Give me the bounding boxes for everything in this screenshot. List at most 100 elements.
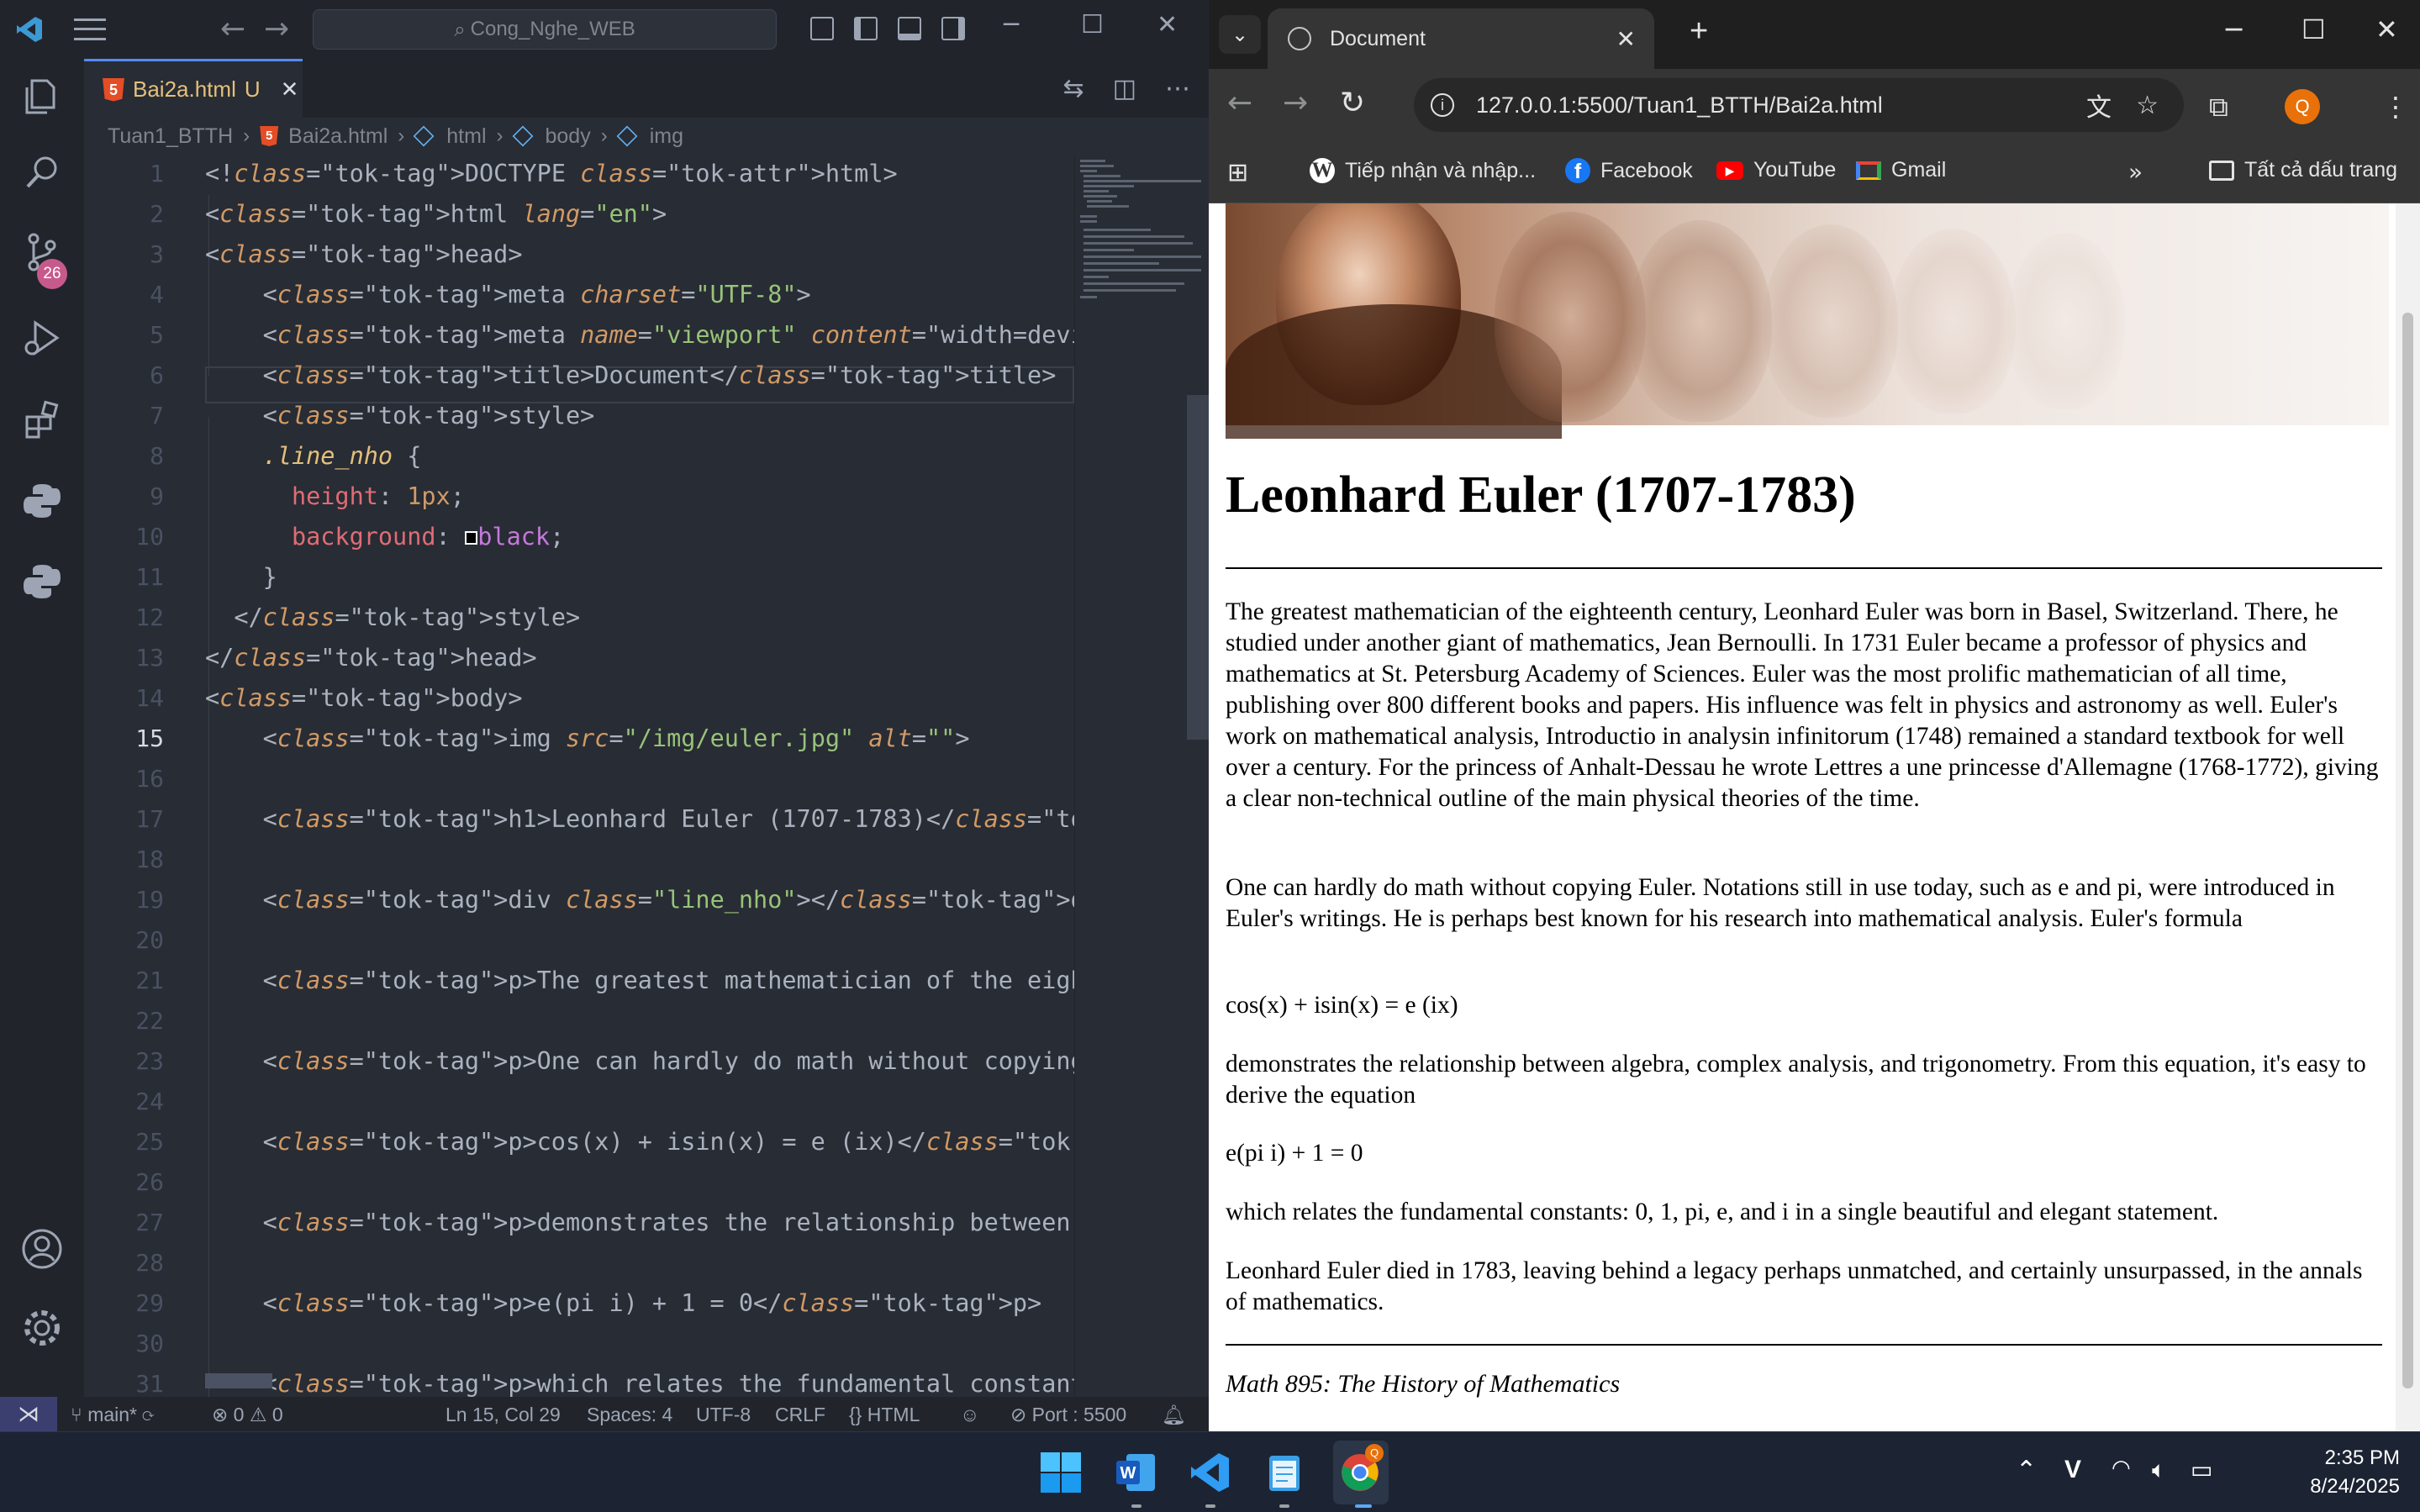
more-actions-icon[interactable]: ⋯ — [1165, 74, 1190, 103]
code-line[interactable]: } — [205, 563, 277, 591]
extensions-icon[interactable] — [20, 398, 64, 442]
bookmark-star-icon[interactable]: ☆ — [2136, 91, 2159, 120]
battery-icon[interactable]: ▭ — [2191, 1456, 2212, 1483]
forward-arrow-icon[interactable]: → — [1283, 86, 1308, 120]
system-clock[interactable]: 2:35 PM 8/24/2025 — [2310, 1444, 2400, 1501]
search-icon[interactable] — [20, 151, 64, 195]
volume-icon[interactable]: 🔈︎ — [2152, 1456, 2166, 1484]
indentation-status[interactable]: Spaces: 4 — [587, 1404, 672, 1426]
forward-arrow-icon[interactable]: → — [264, 12, 289, 46]
code-line[interactable]: <class="tok-tag">p>which relates the fun… — [205, 1370, 1074, 1397]
back-arrow-icon[interactable]: ← — [220, 12, 245, 46]
windows-start-icon[interactable] — [1039, 1451, 1083, 1494]
minimize-icon[interactable]: ─ — [2226, 13, 2242, 45]
code-line[interactable]: height: 1px; — [205, 482, 465, 510]
code-line[interactable]: </class="tok-tag">style> — [205, 603, 580, 631]
code-line[interactable]: <class="tok-tag">p>e(pi i) + 1 = 0</clas… — [205, 1289, 1042, 1317]
accounts-icon[interactable] — [20, 1227, 64, 1271]
code-line[interactable]: <class="tok-tag">p>The greatest mathemat… — [205, 967, 1074, 994]
maximize-icon[interactable]: ☐ — [1081, 10, 1104, 40]
code-editor[interactable]: 1 2 3 4 5 6 7 8 9 10 11 12 13 14 15 16 17 18 19 20 21 22 23 24 2… — [84, 155, 1074, 1397]
close-icon[interactable]: ✕ — [1157, 10, 1178, 40]
run-debug-icon[interactable] — [20, 316, 64, 360]
page-scrollbar-thumb[interactable] — [2402, 313, 2413, 1388]
code-line[interactable]: <class="tok-tag">head> — [205, 240, 523, 268]
chrome-menu-icon[interactable]: ⋮ — [2382, 91, 2409, 123]
word-icon[interactable]: W — [1115, 1451, 1158, 1494]
code-line[interactable]: <class="tok-tag">h1>Leonhard Euler (1707… — [205, 805, 1074, 833]
tab-close-icon[interactable]: ✕ — [281, 76, 299, 103]
code-line[interactable]: <class="tok-tag">p>demonstrates the rela… — [205, 1209, 1074, 1236]
all-bookmarks-folder[interactable]: Tất cả dấu trang — [2209, 158, 2397, 182]
profile-avatar[interactable]: Q — [2285, 89, 2320, 124]
code-line[interactable]: .line_nho { — [205, 442, 422, 470]
settings-gear-icon[interactable] — [20, 1306, 64, 1350]
explorer-icon[interactable] — [20, 74, 64, 118]
new-tab-plus-icon[interactable]: + — [1690, 13, 1708, 50]
bookmark-wordpress[interactable]: W Tiếp nhận và nhập... — [1310, 158, 1536, 183]
code-line[interactable]: <class="tok-tag">style> — [205, 402, 595, 429]
page-scrollbar[interactable] — [2396, 203, 2420, 1431]
browser-tab-document[interactable]: Document ✕ — [1268, 8, 1654, 69]
minimap[interactable] — [1074, 155, 1209, 1397]
customize-layout-icon[interactable] — [810, 17, 834, 40]
menu-icon[interactable] — [74, 18, 106, 40]
open-changes-icon[interactable]: ⇆ — [1063, 74, 1084, 103]
code-line[interactable]: <class="tok-tag">div class="line_nho"></… — [205, 886, 1074, 914]
copilot-icon[interactable]: ☺ — [960, 1404, 979, 1426]
branch-status[interactable]: ⑂ main* ⟳ — [71, 1404, 154, 1426]
breadcrumb-file[interactable]: Bai2a.html — [288, 124, 388, 149]
toggle-panel-icon[interactable] — [898, 17, 921, 40]
split-editor-icon[interactable]: ◫ — [1113, 74, 1136, 103]
breadcrumb-img[interactable]: img — [650, 124, 683, 149]
code-line[interactable]: background: black; — [205, 523, 564, 551]
toggle-primary-sidebar-icon[interactable] — [854, 17, 878, 40]
extensions-puzzle-icon[interactable]: ⧉ — [2209, 91, 2228, 124]
breadcrumb-folder[interactable]: Tuan1_BTTH — [108, 124, 233, 149]
notifications-bell-icon[interactable]: 🔔︎ — [1162, 1404, 1186, 1426]
code-line[interactable]: <class="tok-tag">img src="/img/euler.jpg… — [205, 724, 970, 752]
code-line[interactable]: <class="tok-tag">html lang="en"> — [205, 200, 667, 228]
apps-grid-icon[interactable]: ⊞ — [1227, 158, 1248, 187]
wifi-icon[interactable]: ◠ — [2112, 1456, 2131, 1481]
minimize-icon[interactable]: ─ — [1004, 10, 1019, 40]
bookmark-youtube[interactable]: ▶ YouTube — [1716, 158, 1836, 182]
reload-icon[interactable]: ↻ — [1340, 86, 1365, 120]
bookmark-facebook[interactable]: f Facebook — [1565, 158, 1693, 183]
code-line[interactable]: <class="tok-tag">p>One can hardly do mat… — [205, 1047, 1074, 1075]
encoding-status[interactable]: UTF-8 — [696, 1404, 751, 1426]
python-environments-icon[interactable] — [20, 560, 64, 603]
back-arrow-icon[interactable]: ← — [1227, 86, 1252, 120]
code-line[interactable]: <class="tok-tag">meta charset="UTF-8"> — [205, 281, 811, 308]
translate-icon[interactable]: 文 — [2086, 87, 2112, 124]
more-bookmarks-chevron-icon[interactable]: » — [2128, 158, 2143, 186]
problems-status[interactable]: ⊗ 0 ⚠ 0 — [212, 1404, 283, 1426]
remote-indicator-icon[interactable]: ⋊ — [0, 1397, 57, 1431]
toggle-secondary-sidebar-icon[interactable] — [941, 17, 965, 40]
close-icon[interactable]: ✕ — [2375, 13, 2398, 45]
vscode-taskbar-icon[interactable] — [1189, 1451, 1232, 1494]
code-line[interactable]: <class="tok-tag">body> — [205, 684, 523, 712]
editor-tab-bai2a[interactable]: 5 Bai2a.html U ✕ — [84, 59, 303, 118]
language-mode[interactable]: {} HTML — [849, 1404, 920, 1426]
code-line[interactable]: </class="tok-tag">head> — [205, 644, 537, 672]
tab-close-icon[interactable]: ✕ — [1616, 25, 1636, 53]
vectorize-app-icon[interactable]: V — [2064, 1456, 2081, 1484]
editor-scrollbar[interactable] — [1187, 395, 1209, 740]
live-server-status[interactable]: ⊘ Port : 5500 — [1010, 1404, 1126, 1426]
code-line[interactable]: <class="tok-tag">p>cos(x) + isin(x) = e … — [205, 1128, 1074, 1156]
show-hidden-icons-chevron-icon[interactable]: ⌃ — [2016, 1456, 2037, 1485]
editor-horizontal-scrollbar[interactable] — [205, 1373, 272, 1388]
command-center-search[interactable]: ⌕ Cong_Nghe_WEB — [313, 9, 777, 50]
breadcrumb-body[interactable]: body — [546, 124, 591, 149]
tab-search-chevron-icon[interactable]: ⌄ — [1219, 15, 1261, 54]
breadcrumb-html[interactable]: html — [446, 124, 486, 149]
python-icon[interactable] — [20, 479, 64, 523]
notepad-icon[interactable] — [1263, 1451, 1306, 1494]
address-bar[interactable]: i 127.0.0.1:5500/Tuan1_BTTH/Bai2a.html 文… — [1414, 78, 2184, 132]
bookmark-gmail[interactable]: Gmail — [1856, 158, 1946, 182]
code-line[interactable]: <!class="tok-tag">DOCTYPE class="tok-att… — [205, 160, 898, 187]
code-line[interactable]: <class="tok-tag">meta name="viewport" co… — [205, 321, 1074, 349]
maximize-icon[interactable]: ☐ — [2301, 13, 2326, 45]
code-line[interactable]: <class="tok-tag">title>Document</class="… — [205, 361, 1057, 389]
